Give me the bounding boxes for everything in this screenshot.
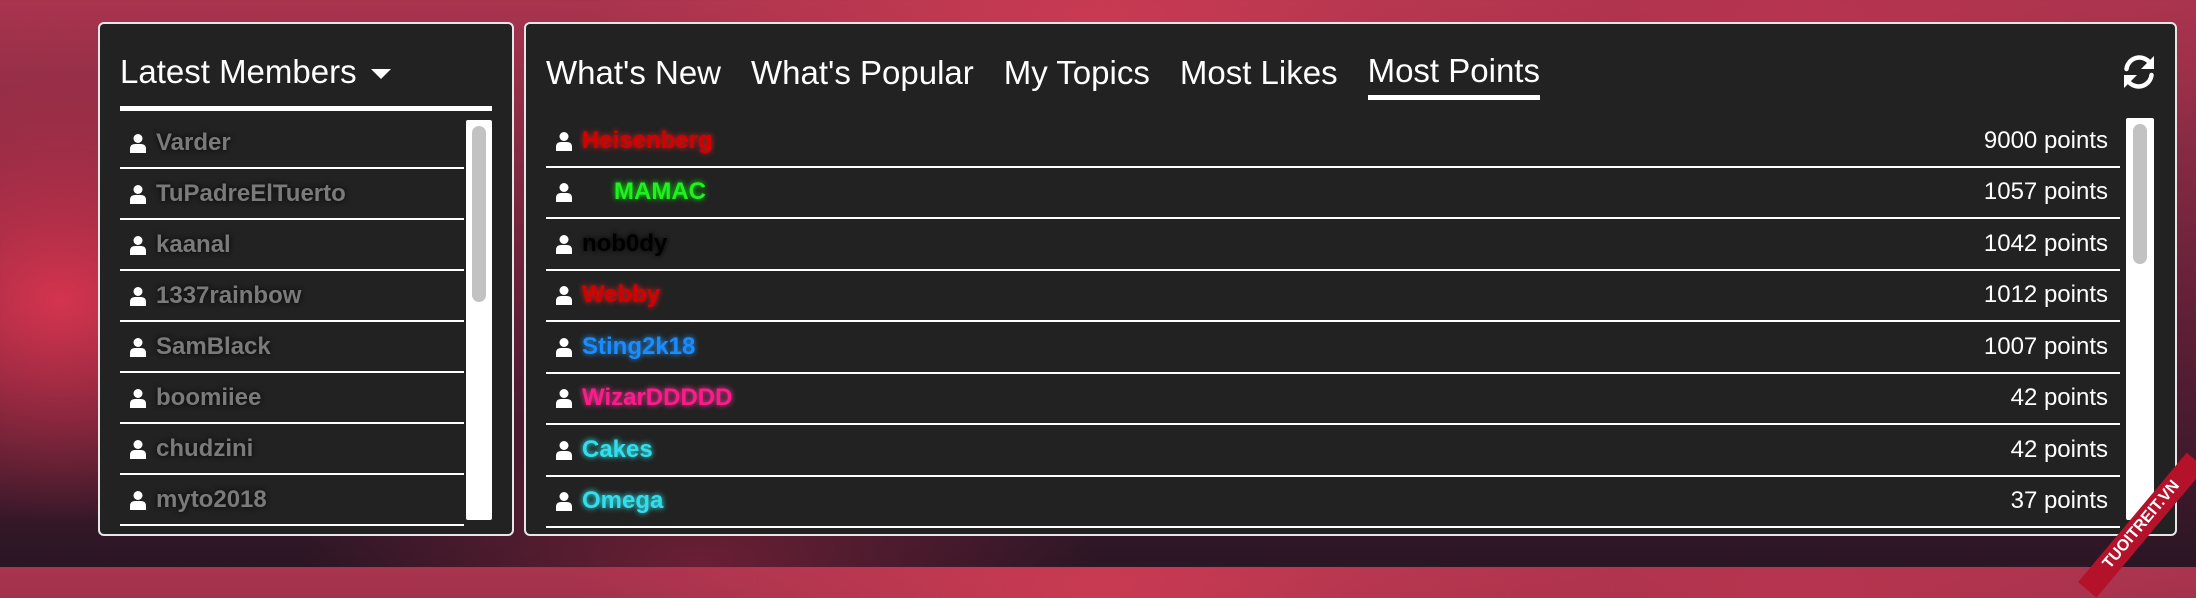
- tab-my-topics[interactable]: My Topics: [1004, 46, 1150, 100]
- member-row[interactable]: 1337rainbow: [120, 271, 464, 322]
- user-icon: [546, 131, 582, 151]
- points-user-name[interactable]: Omega: [582, 487, 663, 515]
- user-icon: [546, 234, 582, 254]
- points-user-name[interactable]: WizarDDDDD: [582, 384, 732, 412]
- user-icon: [120, 235, 156, 255]
- user-icon: [120, 439, 156, 459]
- tab-most-likes[interactable]: Most Likes: [1180, 46, 1338, 100]
- member-name[interactable]: myto2018: [156, 486, 267, 514]
- points-row: nob0dy 1042 points: [546, 219, 2120, 271]
- caret-down-icon: [370, 69, 391, 79]
- user-icon: [120, 337, 156, 357]
- points-row: Omega 37 points: [546, 477, 2120, 528]
- points-row: MAMAC 1057 points: [546, 168, 2120, 219]
- member-row[interactable]: Varder: [120, 118, 464, 169]
- points-value: 1012 points: [1983, 281, 2108, 309]
- member-row[interactable]: chudzini: [120, 424, 464, 475]
- user-icon: [546, 491, 582, 512]
- members-list: Varder TuPadreElTuerto kaanal 1337rainbow Sa…: [120, 118, 464, 526]
- user-icon: [120, 490, 156, 510]
- user-icon: [546, 182, 582, 203]
- member-name[interactable]: SamBlack: [156, 333, 271, 361]
- user-icon: [120, 286, 156, 306]
- member-name[interactable]: kaanal: [156, 231, 231, 259]
- points-row: WizarDDDDD 42 points: [546, 374, 2120, 425]
- points-value: 1007 points: [1983, 332, 2108, 360]
- points-value: 1057 points: [1983, 178, 2108, 206]
- points-value: 37 points: [2010, 487, 2108, 515]
- member-name[interactable]: TuPadreElTuerto: [156, 180, 346, 208]
- latest-members-dropdown[interactable]: Latest Members: [120, 50, 391, 94]
- points-user-name[interactable]: Webby: [582, 281, 660, 309]
- points-row: Heisenberg 9000 points: [546, 116, 2120, 168]
- member-row[interactable]: kaanal: [120, 220, 464, 271]
- member-name[interactable]: 1337rainbow: [156, 282, 301, 310]
- user-icon: [120, 133, 156, 153]
- member-row[interactable]: TuPadreElTuerto: [120, 169, 464, 220]
- points-row: Cakes 42 points: [546, 425, 2120, 477]
- user-icon: [546, 388, 582, 409]
- points-value: 9000 points: [1983, 126, 2108, 154]
- tab-bar: What's New What's Popular My Topics Most Li…: [546, 46, 1540, 106]
- user-icon: [546, 337, 582, 357]
- points-value: 1042 points: [1983, 229, 2108, 257]
- points-row: Sting2k18 1007 points: [546, 322, 2120, 374]
- points-user-name[interactable]: MAMAC: [614, 178, 706, 206]
- points-user-name[interactable]: Cakes: [582, 436, 653, 464]
- user-icon: [120, 388, 156, 408]
- points-value: 42 points: [2010, 435, 2108, 463]
- latest-members-title: Latest Members: [120, 53, 357, 90]
- members-scroll-thumb[interactable]: [472, 126, 486, 302]
- member-row[interactable]: myto2018: [120, 475, 464, 526]
- tab-most-points[interactable]: Most Points: [1367, 46, 1540, 100]
- latest-members-panel: Latest Members Varder TuPadreElTuerto kaan…: [98, 22, 514, 536]
- member-name[interactable]: chudzini: [156, 435, 253, 463]
- tab-what-s-new[interactable]: What's New: [546, 46, 721, 100]
- refresh-icon[interactable]: [2119, 52, 2159, 92]
- member-row[interactable]: boomiiee: [120, 373, 464, 424]
- points-user-name[interactable]: nob0dy: [582, 230, 667, 258]
- points-scrollbar[interactable]: [2126, 118, 2154, 520]
- points-user-name[interactable]: Heisenberg: [582, 127, 713, 155]
- user-icon: [546, 285, 582, 306]
- member-name[interactable]: boomiiee: [156, 384, 261, 412]
- points-scroll-thumb[interactable]: [2133, 124, 2147, 264]
- points-value: 42 points: [2010, 384, 2108, 412]
- activity-panel: What's New What's Popular My Topics Most Li…: [524, 22, 2177, 536]
- most-points-list: Heisenberg 9000 points MAMAC 1057 points nob…: [546, 116, 2120, 528]
- tab-what-s-popular[interactable]: What's Popular: [751, 46, 974, 100]
- member-row[interactable]: SamBlack: [120, 322, 464, 373]
- member-name[interactable]: Varder: [156, 129, 231, 157]
- points-row: Webby 1012 points: [546, 271, 2120, 322]
- user-icon: [120, 184, 156, 204]
- members-scrollbar[interactable]: [466, 120, 492, 520]
- points-user-name[interactable]: Sting2k18: [582, 333, 695, 361]
- user-icon: [546, 440, 582, 460]
- header-underline: [120, 106, 492, 111]
